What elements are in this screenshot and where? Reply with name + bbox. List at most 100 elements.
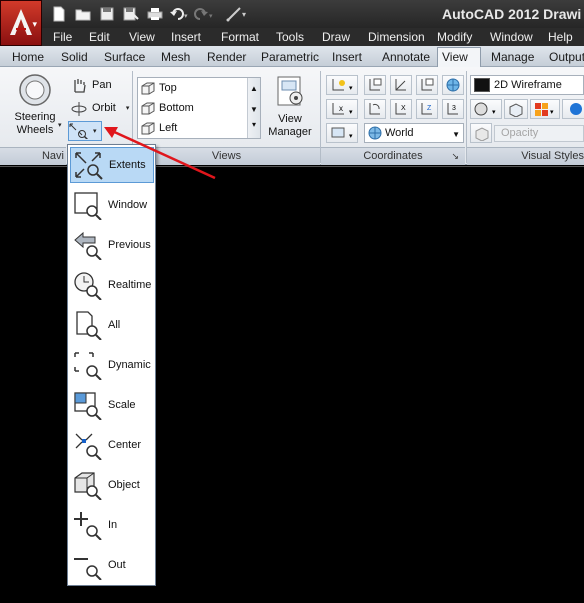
ucs-world-button[interactable] <box>390 75 412 95</box>
shadows-button[interactable] <box>504 99 528 119</box>
zoom-extents-icon <box>69 123 89 139</box>
ucs-origin-button[interactable] <box>416 75 438 95</box>
scroll-up-icon[interactable]: ▲ <box>248 84 260 93</box>
menu-window[interactable]: Window <box>490 28 533 46</box>
menu-insert[interactable]: Insert <box>171 28 201 46</box>
zoom-center-item[interactable]: Center <box>70 427 154 463</box>
zoom-object-item[interactable]: Object <box>70 467 154 503</box>
view-manager-button[interactable]: View Manager <box>266 75 314 139</box>
svg-text:Z: Z <box>427 105 432 112</box>
application-menu-button[interactable]: ▾ <box>0 0 42 46</box>
ucs-icon-button[interactable]: ▾ <box>326 75 358 95</box>
zoom-previous-item[interactable]: Previous <box>70 227 154 263</box>
zoom-dropdown-button[interactable]: ▾ <box>68 121 102 141</box>
new-icon[interactable] <box>48 4 70 24</box>
ucs-3point-button[interactable]: 3 <box>442 99 464 119</box>
ucs-world-icon <box>395 79 406 91</box>
steering-wheels-label: Steering Wheels <box>14 111 56 136</box>
steering-wheels-button[interactable]: Steering Wheels <box>8 73 62 137</box>
hand-icon <box>74 79 86 93</box>
plot-icon[interactable] <box>144 4 166 24</box>
zoom-in-item[interactable]: In <box>70 507 154 543</box>
ucs-previous-button[interactable] <box>364 99 386 119</box>
tab-annotate[interactable]: Annotate <box>378 48 434 67</box>
menu-view[interactable]: View <box>129 28 155 46</box>
ucs-view-button[interactable]: ▾ <box>326 123 358 143</box>
menu-tools[interactable]: Tools <box>276 28 304 46</box>
zoom-center-label: Center <box>108 439 142 451</box>
zoom-scale-label: Scale <box>108 399 136 411</box>
zoom-out-item[interactable]: Out <box>70 547 154 583</box>
zoom-window-item[interactable]: Window <box>70 187 154 223</box>
zoom-previous-icon <box>74 231 102 260</box>
svg-text:▾: ▾ <box>349 133 353 140</box>
tab-insert[interactable]: Insert <box>328 48 366 67</box>
zoom-out-label: Out <box>108 559 126 571</box>
orbit-icon <box>71 102 87 116</box>
svg-text:X: X <box>401 105 406 112</box>
tab-home[interactable]: Home <box>8 48 48 67</box>
match-properties-icon[interactable]: ▾ <box>226 4 248 24</box>
zoom-scale-icon <box>74 392 102 420</box>
tab-parametric[interactable]: Parametric <box>257 48 323 67</box>
title-bar: ▾ ▾ ▾ AutoCAD 2012 Drawi <box>0 0 584 28</box>
zoom-scale-item[interactable]: Scale <box>70 387 154 423</box>
face-color-button[interactable]: ▾ <box>530 99 560 119</box>
scroll-down-icon[interactable]: ▼ <box>248 105 260 114</box>
tab-surface[interactable]: Surface <box>100 48 149 67</box>
redo-icon[interactable]: ▾ <box>192 4 214 24</box>
zoom-realtime-item[interactable]: Realtime <box>70 267 154 303</box>
menu-dimension[interactable]: Dimension <box>368 28 425 46</box>
undo-icon[interactable]: ▾ <box>168 4 190 24</box>
chevron-down-icon: ▼ <box>452 130 460 139</box>
opacity-button[interactable] <box>470 123 492 143</box>
ucs-z-axis-button[interactable]: Z <box>416 99 438 119</box>
menu-edit[interactable]: Edit <box>89 28 110 46</box>
zoom-object-icon <box>74 472 102 500</box>
view-cube-bottom-icon <box>141 102 155 115</box>
save-icon[interactable] <box>96 4 118 24</box>
chevron-down-icon[interactable]: ▾ <box>93 127 97 135</box>
tab-manage[interactable]: Manage <box>487 48 538 67</box>
menu-help[interactable]: Help <box>548 28 573 46</box>
opacity-slider[interactable]: Opacity <box>494 125 584 142</box>
ucs-x-button[interactable]: x ▾ <box>326 99 358 119</box>
zoom-all-item[interactable]: All <box>70 307 154 343</box>
tab-mesh[interactable]: Mesh <box>157 48 194 67</box>
cube-shadow-icon <box>509 103 523 117</box>
materials-button[interactable] <box>562 99 584 119</box>
menu-file[interactable]: File <box>53 28 72 46</box>
panel-dialog-launcher-icon[interactable]: ↘ <box>451 148 459 165</box>
menu-format[interactable]: Format <box>221 28 259 46</box>
views-scrollbar[interactable]: ▲ ▼ ▾ <box>247 78 260 138</box>
menu-modify[interactable]: Modify <box>437 28 472 46</box>
tab-view[interactable]: View <box>437 47 481 68</box>
chevron-down-icon[interactable]: ▾ <box>126 104 130 112</box>
view-bottom[interactable]: Bottom <box>140 99 194 117</box>
tab-solid[interactable]: Solid <box>57 48 92 67</box>
expand-gallery-icon[interactable]: ▾ <box>248 120 260 129</box>
ucs-world-dropdown[interactable]: World ▼ <box>364 123 464 143</box>
svg-text:3: 3 <box>452 105 456 112</box>
ucs-named-button[interactable] <box>364 75 386 95</box>
tab-output[interactable]: Output <box>545 48 584 67</box>
pan-button[interactable]: Pan <box>70 76 112 94</box>
edge-style-button[interactable]: ▾ <box>470 99 502 119</box>
open-icon[interactable] <box>72 4 94 24</box>
world-globe-icon <box>368 126 382 140</box>
ucs-globe-button[interactable] <box>442 75 464 95</box>
view-left[interactable]: Left <box>140 119 177 137</box>
menu-draw[interactable]: Draw <box>322 28 350 46</box>
svg-text:▾: ▾ <box>209 13 213 20</box>
zoom-window-label: Window <box>108 199 148 211</box>
orbit-button[interactable]: Orbit ▾ <box>70 99 129 117</box>
view-top[interactable]: Top <box>140 79 177 97</box>
zoom-dynamic-item[interactable]: Dynamic <box>70 347 154 383</box>
ucs-x-axis-button[interactable]: X <box>390 99 412 119</box>
ucs-3point-icon: 3 <box>447 103 458 115</box>
zoom-extents-item[interactable]: Extents <box>70 147 154 183</box>
visual-style-dropdown[interactable]: 2D Wireframe <box>470 75 584 95</box>
tab-render[interactable]: Render <box>203 48 250 67</box>
chevron-down-icon[interactable]: ▾ <box>58 121 62 129</box>
save-as-icon[interactable] <box>120 4 142 24</box>
